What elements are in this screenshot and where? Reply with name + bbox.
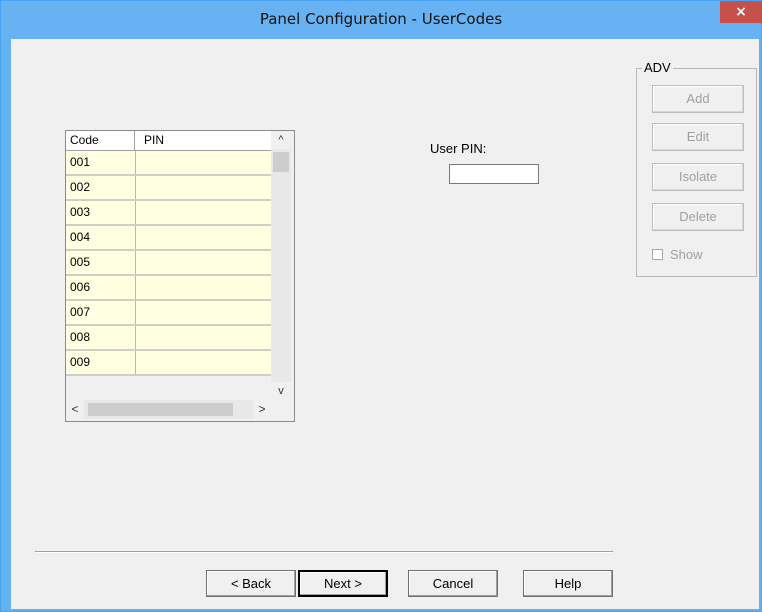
adv-legend: ADV bbox=[642, 60, 673, 75]
pin-cell[interactable] bbox=[136, 276, 271, 299]
column-header-code[interactable]: Code bbox=[66, 131, 135, 150]
usercodes-grid[interactable]: Code PIN 001 002 003 004 005 006 007 008 009 ^ v… bbox=[65, 130, 295, 422]
table-row[interactable]: 007 bbox=[66, 301, 271, 326]
code-cell[interactable]: 004 bbox=[66, 226, 136, 249]
table-row[interactable]: 009 bbox=[66, 351, 271, 376]
dialog-body: Code PIN 001 002 003 004 005 006 007 008 009 ^ v… bbox=[11, 39, 759, 609]
scroll-down-icon[interactable]: v bbox=[271, 382, 291, 400]
pin-cell[interactable] bbox=[136, 176, 271, 199]
show-checkbox-label: Show bbox=[670, 247, 703, 262]
show-checkbox[interactable] bbox=[652, 249, 663, 260]
adv-groupbox: ADV Add Edit Isolate Delete Show bbox=[636, 60, 757, 277]
table-row[interactable]: 003 bbox=[66, 201, 271, 226]
table-row[interactable]: 008 bbox=[66, 326, 271, 351]
table-row[interactable]: 004 bbox=[66, 226, 271, 251]
next-button-label: Next > bbox=[324, 576, 362, 591]
code-cell[interactable]: 003 bbox=[66, 201, 136, 224]
user-pin-label: User PIN: bbox=[430, 141, 487, 156]
code-cell[interactable]: 006 bbox=[66, 276, 136, 299]
edit-button-label: Edit bbox=[686, 129, 710, 144]
scroll-left-icon[interactable]: < bbox=[66, 400, 84, 419]
pin-cell[interactable] bbox=[136, 151, 271, 174]
scroll-right-icon[interactable]: > bbox=[253, 400, 271, 419]
scroll-up-icon[interactable]: ^ bbox=[271, 131, 291, 149]
table-row[interactable]: 001 bbox=[66, 151, 271, 176]
pin-cell[interactable] bbox=[136, 201, 271, 224]
vertical-scrollbar[interactable]: ^ v bbox=[271, 131, 291, 400]
title-bar[interactable]: Panel Configuration - UserCodes × bbox=[1, 1, 762, 39]
code-cell[interactable]: 009 bbox=[66, 351, 136, 374]
isolate-button-label: Isolate bbox=[678, 169, 718, 184]
isolate-button[interactable]: Isolate bbox=[652, 163, 744, 191]
edit-button[interactable]: Edit bbox=[652, 123, 744, 151]
code-cell[interactable]: 007 bbox=[66, 301, 136, 324]
column-header-pin[interactable]: PIN bbox=[136, 131, 271, 150]
add-button[interactable]: Add bbox=[652, 85, 744, 113]
code-cell[interactable]: 005 bbox=[66, 251, 136, 274]
horizontal-scroll-thumb[interactable] bbox=[88, 403, 233, 416]
close-icon: × bbox=[735, 4, 747, 20]
delete-button[interactable]: Delete bbox=[652, 203, 744, 231]
table-row[interactable]: 005 bbox=[66, 251, 271, 276]
footer-divider bbox=[35, 551, 613, 553]
dialog-window: Panel Configuration - UserCodes × Code P… bbox=[0, 0, 762, 612]
code-cell[interactable]: 001 bbox=[66, 151, 136, 174]
next-button[interactable]: Next > bbox=[298, 570, 388, 597]
pin-cell[interactable] bbox=[136, 326, 271, 349]
code-cell[interactable]: 008 bbox=[66, 326, 136, 349]
pin-cell[interactable] bbox=[136, 301, 271, 324]
grid-header: Code PIN bbox=[66, 131, 271, 151]
back-button-label: < Back bbox=[230, 576, 272, 591]
user-pin-input[interactable] bbox=[449, 164, 539, 184]
cancel-button[interactable]: Cancel bbox=[408, 570, 498, 597]
delete-button-label: Delete bbox=[679, 209, 717, 224]
pin-cell[interactable] bbox=[136, 251, 271, 274]
table-row[interactable]: 002 bbox=[66, 176, 271, 201]
help-button[interactable]: Help bbox=[523, 570, 613, 597]
pin-cell[interactable] bbox=[136, 351, 271, 374]
window-title: Panel Configuration - UserCodes bbox=[259, 10, 503, 28]
close-button[interactable]: × bbox=[720, 1, 762, 23]
help-button-label: Help bbox=[554, 576, 582, 591]
add-button-label: Add bbox=[686, 91, 710, 106]
cancel-button-label: Cancel bbox=[432, 576, 474, 591]
back-button[interactable]: < Back bbox=[206, 570, 296, 597]
vertical-scroll-thumb[interactable] bbox=[273, 152, 289, 172]
pin-cell[interactable] bbox=[136, 226, 271, 249]
table-row[interactable]: 006 bbox=[66, 276, 271, 301]
grid-rows: 001 002 003 004 005 006 007 008 009 bbox=[66, 151, 271, 376]
code-cell[interactable]: 002 bbox=[66, 176, 136, 199]
horizontal-scrollbar[interactable]: < > bbox=[66, 400, 271, 419]
